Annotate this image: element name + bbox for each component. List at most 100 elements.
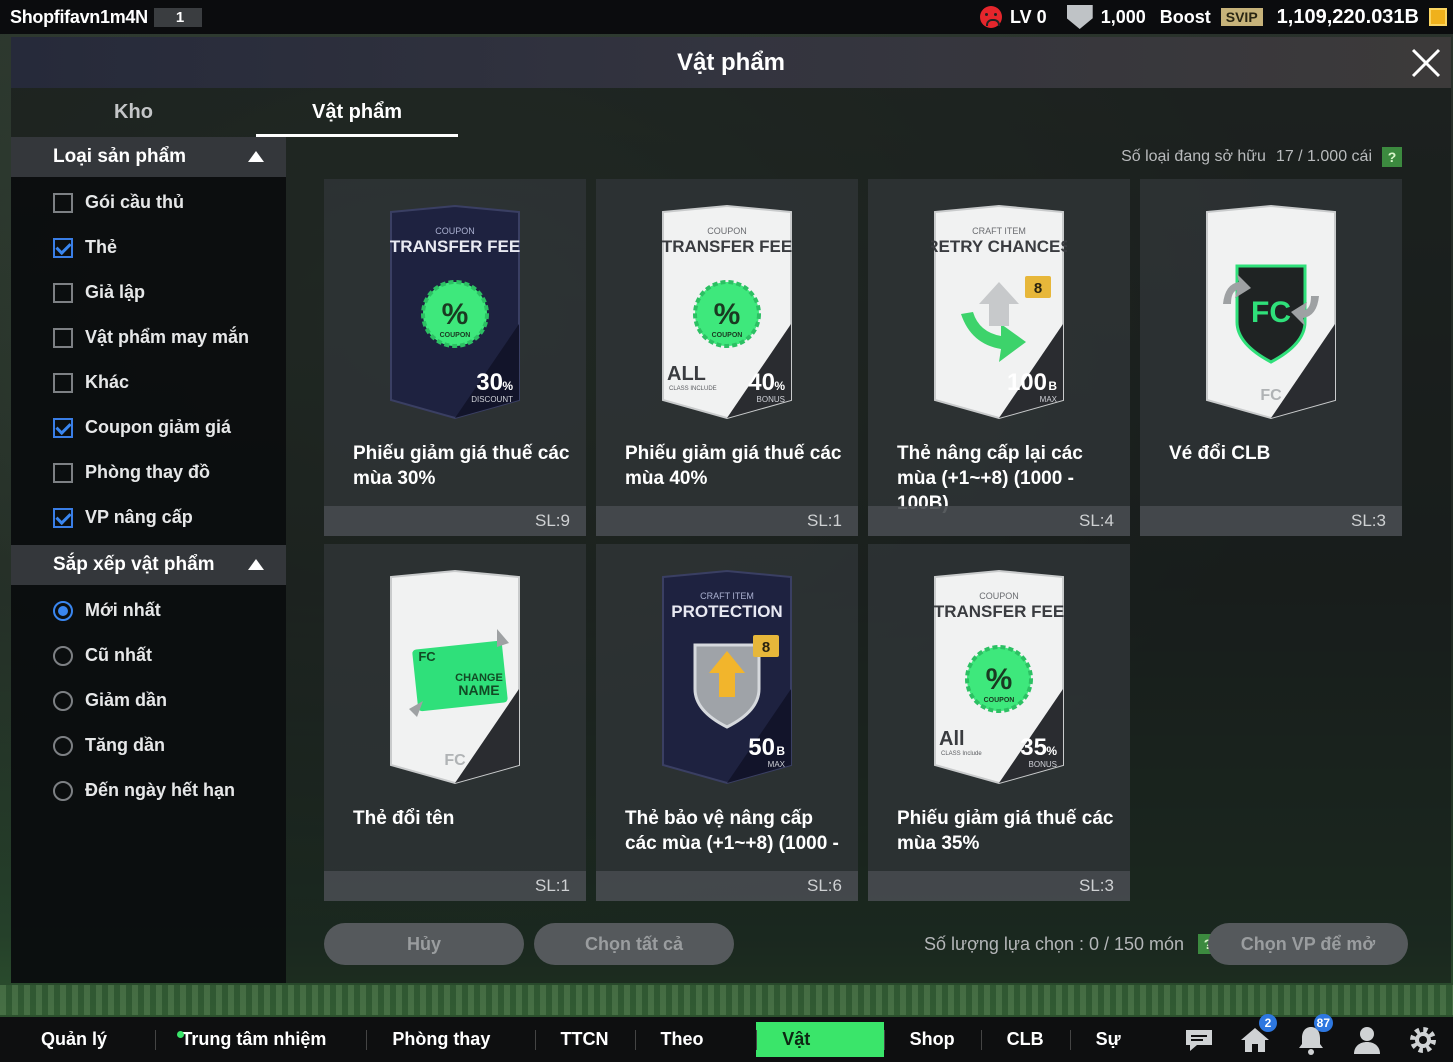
filter-label: Gói cầu thủ [85, 192, 184, 212]
filter-checkbox-item[interactable]: Coupon giảm giá [11, 405, 286, 450]
radio-button[interactable] [53, 600, 73, 621]
item-card[interactable]: COUPON TRANSFER FEE% COUPON ALL CLASS INCLUD… [596, 179, 858, 536]
fc-watermark: FC [1260, 387, 1282, 404]
filter-checkbox-item[interactable]: Khác [11, 360, 286, 405]
radio-button[interactable] [53, 690, 73, 711]
cancel-button[interactable]: Hủy [324, 923, 524, 965]
close-icon [1411, 48, 1440, 77]
nav-item[interactable]: Shop [883, 1022, 981, 1057]
card-kicker: COUPON [435, 226, 475, 236]
card-main-value: 40 [748, 369, 775, 396]
notification-button[interactable]: 87 [1295, 1013, 1333, 1056]
radio-button[interactable] [53, 780, 73, 801]
bell-badge: 87 [1313, 1013, 1333, 1032]
nav-item[interactable]: Trung tâm nhiệm vụ [155, 1022, 366, 1057]
sort-radio-item[interactable]: Giảm dần [11, 678, 286, 723]
boost-label: Boost [1159, 6, 1211, 27]
item-card-art: COUPONTRANSFER FEE%COUPONAllCLASS Includ… [934, 569, 1064, 785]
item-card[interactable]: CRAFT ITEM RETRY CHANCES 8 100 B MAX Thẻ nâng … [868, 179, 1130, 536]
help-icon[interactable]: ? [1382, 147, 1402, 167]
item-card[interactable]: CHANGE NAME FC FC Thẻ đổi tên SL:1 [324, 544, 586, 901]
checkbox[interactable] [53, 462, 73, 483]
coupon-symbol: % [986, 663, 1013, 696]
item-card-art: COUPONTRANSFER FEE%COUPON30 %DISCOUNT [390, 204, 520, 420]
item-card[interactable]: FC FC Vé đổi CLB SL:3 [1140, 179, 1402, 536]
filter-label: Phòng thay đồ [85, 462, 210, 482]
checkbox[interactable] [53, 327, 73, 348]
fc-logo-text: FC [1251, 296, 1291, 329]
level-badge-text: 8 [1034, 280, 1042, 297]
home-button[interactable]: 2 [1239, 1013, 1277, 1056]
checkbox[interactable] [53, 507, 73, 528]
chat-icon[interactable] [1183, 1024, 1215, 1056]
checkbox[interactable] [53, 192, 73, 213]
select-all-button[interactable]: Chọn tất cả [534, 923, 734, 965]
sort-header[interactable]: Sắp xếp vật phẩm [11, 545, 286, 585]
close-button[interactable] [1400, 37, 1451, 88]
filter-checkbox-item[interactable]: Thẻ [11, 225, 286, 270]
item-card-art: CHANGENAMEFCFC [390, 569, 520, 785]
checkbox[interactable] [53, 417, 73, 438]
filter-checkbox-item[interactable]: Giả lập [11, 270, 286, 315]
item-card[interactable]: COUPON TRANSFER FEE% COUPON 30% DISCOUNT Phiế… [324, 179, 586, 536]
fc-mini-logo: FC [418, 649, 436, 664]
checkbox[interactable] [53, 372, 73, 393]
tab-vat-pham[interactable]: Vật phẩm [256, 88, 458, 137]
rank-shield-icon [1066, 5, 1093, 29]
nav-item[interactable]: CLB [980, 1022, 1070, 1057]
tab-bar: Kho Vật phẩm [11, 88, 471, 137]
level-badge-text: 8 [762, 639, 770, 656]
level-label: LV 0 [1010, 6, 1047, 27]
filter-checkbox-item[interactable]: Phòng thay đồ [11, 450, 286, 495]
item-quantity: SL:1 [324, 871, 586, 901]
home-badge: 2 [1259, 1013, 1277, 1032]
coin-icon [1429, 8, 1447, 26]
nav-label: Sự kiện [1095, 1029, 1121, 1049]
card-sub-label: DISCOUNT [471, 395, 513, 404]
card-head: TRANSFER FEE [662, 237, 792, 256]
sort-radio-item[interactable]: Mới nhất [11, 588, 286, 633]
item-card[interactable]: CRAFT ITEM PROTECTION 8 50 B MAX Thẻ bảo vệ nâ… [596, 544, 858, 901]
sort-radio-item[interactable]: Cũ nhất [11, 633, 286, 678]
sort-label: Tăng dần [85, 735, 165, 755]
sort-list: Mới nhất Cũ nhất Giảm dần Tăng dần Đến ngày … [11, 585, 286, 818]
card-kicker: COUPON [979, 591, 1019, 601]
checkbox[interactable] [53, 282, 73, 303]
nav-item[interactable]: Sự kiện [1069, 1022, 1183, 1057]
card-main-unit: % [502, 379, 513, 393]
radio-button[interactable] [53, 735, 73, 756]
filter-label: Thẻ [85, 237, 118, 257]
item-name: Phiếu giảm giá thuế các mùa 30% [353, 443, 570, 489]
filter-checkbox-item[interactable]: Vật phẩm may mắn [11, 315, 286, 360]
card-kicker: COUPON [707, 226, 747, 236]
sort-radio-item[interactable]: Tăng dần [11, 723, 286, 768]
modal-title: Vật phẩm [676, 48, 786, 76]
radio-button[interactable] [53, 645, 73, 666]
item-name: Vé đổi CLB [1169, 443, 1271, 464]
sort-radio-item[interactable]: Đến ngày hết hạn [11, 768, 286, 813]
checkbox[interactable] [53, 237, 73, 258]
item-card-art: CRAFT ITEMRETRY CHANCES 8 100 B MAX [931, 204, 1067, 420]
item-quantity: SL:1 [596, 506, 858, 536]
coupon-label: COUPON [440, 332, 471, 339]
filter-checkbox-item[interactable]: Gói cầu thủ [11, 180, 286, 225]
tab-kho[interactable]: Kho [11, 88, 256, 136]
open-selected-button[interactable]: Chọn VP để mở [1208, 923, 1408, 965]
nav-item[interactable]: Phòng thay đồ [366, 1022, 534, 1057]
settings-gear-icon[interactable] [1407, 1024, 1439, 1056]
item-quantity: SL:3 [1140, 506, 1402, 536]
category-header[interactable]: Loại sản phẩm [11, 137, 286, 177]
nav-item[interactable]: Quản lý CT [15, 1022, 155, 1057]
card-main-value: 30 [476, 369, 503, 396]
card-main-value: 50 [748, 734, 775, 761]
nav-item[interactable]: Vật phẩm [756, 1022, 884, 1057]
profile-icon[interactable] [1351, 1024, 1383, 1056]
nav-label: Trung tâm nhiệm vụ [181, 1029, 327, 1049]
filter-checkbox-item[interactable]: VP nâng cấp [11, 495, 286, 540]
item-card[interactable]: COUPON TRANSFER FEE% COUPON All CLASS Includ… [868, 544, 1130, 901]
nav-item[interactable]: Theo dõi [634, 1022, 757, 1057]
nav-item[interactable]: TTCN [534, 1022, 635, 1057]
coupon-label: COUPON [984, 697, 1015, 704]
filter-sidebar: Loại sản phẩm Gói cầu thủ Thẻ Giả lập Vật p… [11, 137, 286, 983]
item-quantity: SL:9 [324, 506, 586, 536]
